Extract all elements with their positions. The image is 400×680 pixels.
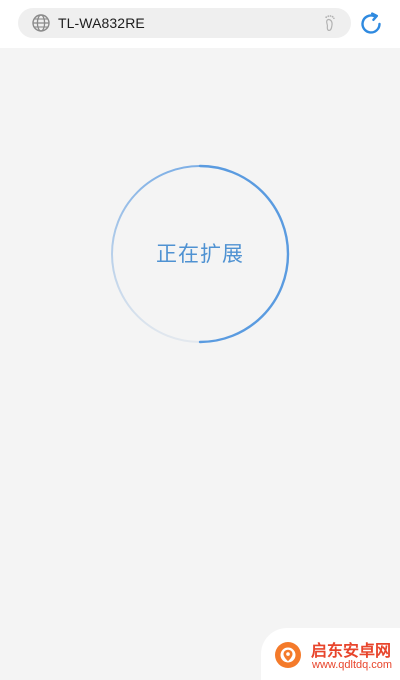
globe-icon — [31, 13, 51, 33]
loading-ring: 正在扩展 — [110, 164, 290, 344]
location-pin-icon — [273, 640, 303, 670]
refresh-icon[interactable] — [358, 11, 384, 37]
footprint-icon[interactable] — [321, 13, 341, 33]
browser-toolbar: TL-WA832RE — [0, 0, 400, 48]
browser-page: TL-WA832RE 正在扩展 启东安卓网 www.qdltdq.com — [0, 0, 400, 680]
site-watermark: 启东安卓网 www.qdltdq.com — [261, 628, 400, 680]
address-bar[interactable]: TL-WA832RE — [18, 8, 351, 38]
status-text: 正在扩展 — [156, 242, 244, 266]
watermark-title: 启东安卓网 — [311, 641, 392, 660]
watermark-url: www.qdltdq.com — [312, 659, 393, 671]
url-text: TL-WA832RE — [58, 15, 145, 31]
